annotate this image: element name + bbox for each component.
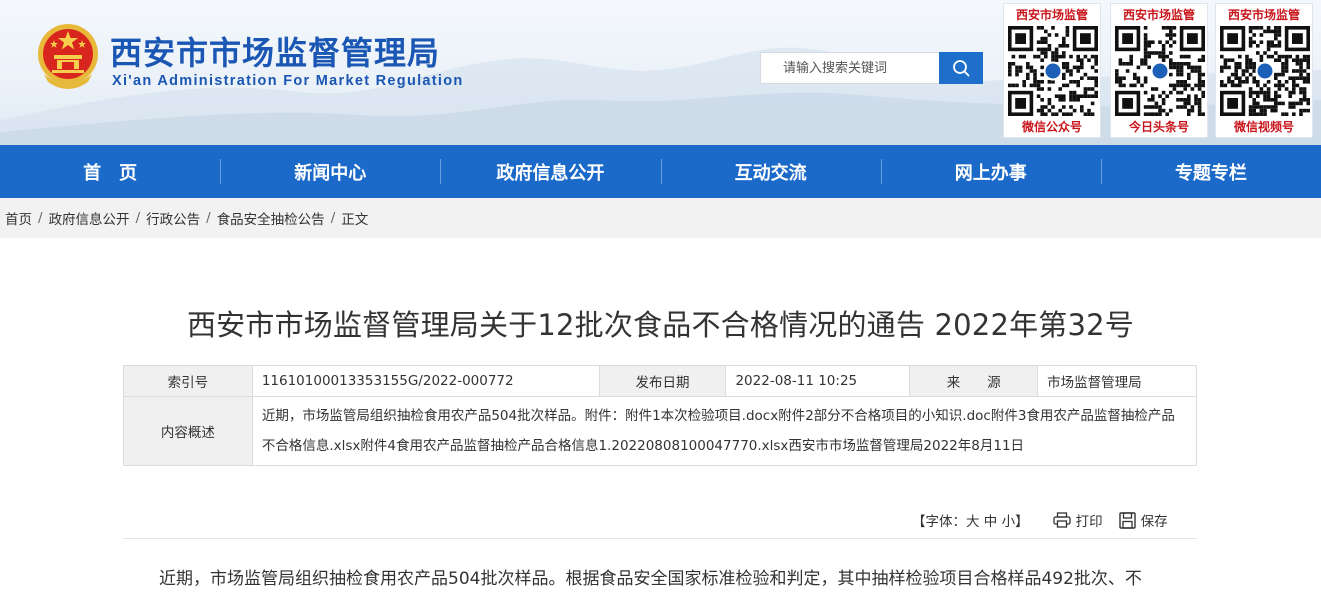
nav-item-online-services[interactable]: 网上办事: [880, 145, 1101, 198]
qr-card-top-label: 西安市场监管: [1227, 8, 1300, 22]
nav-item-home[interactable]: 首 页: [0, 145, 220, 198]
qr-code-icon: [1220, 26, 1310, 116]
qr-card-top-label: 西安市场监管: [1015, 8, 1088, 22]
qr-card-bottom-label: 微信公众号: [1021, 120, 1082, 134]
font-size-switcher: 【字体：大 中 小】: [912, 510, 1029, 530]
meta-row: 内容概述 近期，市场监管局组织抽检食用农产品504批次样品。附件：附件1本次检验…: [123, 396, 1198, 466]
font-size-small[interactable]: 小: [1002, 514, 1016, 530]
summary-value: 近期，市场监管局组织抽检食用农产品504批次样品。附件：附件1本次检验项目.do…: [251, 396, 1198, 466]
qr-code-icon: [1115, 26, 1205, 116]
breadcrumb-gov-info[interactable]: 政府信息公开: [49, 208, 130, 228]
site-title: 西安市市场监督管理局: [110, 34, 441, 72]
font-size-medium[interactable]: 中: [984, 514, 998, 530]
content-divider: [123, 538, 1197, 539]
article-meta-table: 索引号 11610100013353155G/2022-000772 发布日期 …: [123, 365, 1198, 466]
search-input[interactable]: [760, 52, 940, 84]
nav-item-interaction[interactable]: 互动交流: [660, 145, 881, 198]
print-label: 打印: [1075, 514, 1103, 530]
font-size-prefix: 【字体：: [912, 514, 966, 530]
national-emblem-icon: [38, 24, 98, 89]
printer-icon: [1052, 512, 1071, 528]
font-size-large[interactable]: 大: [966, 514, 980, 530]
breadcrumb-separator: /: [135, 210, 141, 226]
breadcrumb-admin-notice[interactable]: 行政公告: [146, 208, 200, 228]
search-button[interactable]: [939, 52, 983, 84]
save-label: 保存: [1140, 514, 1168, 530]
print-button[interactable]: 打印: [1052, 510, 1103, 530]
date-label: 发布日期: [598, 365, 727, 397]
nav-item-special-topics[interactable]: 专题专栏: [1100, 145, 1321, 198]
breadcrumb-home[interactable]: 首页: [5, 208, 32, 228]
main-nav: 首 页 新闻中心 政府信息公开 互动交流 网上办事 专题专栏: [0, 145, 1321, 198]
nav-item-news[interactable]: 新闻中心: [220, 145, 440, 198]
qr-card-bottom-label: 今日头条号: [1128, 120, 1189, 134]
save-button[interactable]: 保存: [1118, 510, 1168, 530]
breadcrumb-separator: /: [38, 210, 43, 226]
search-icon: [953, 60, 970, 77]
source-label: 来 源: [909, 365, 1039, 397]
qr-card-wechat-official[interactable]: 西安市场监管 微信公众号: [1003, 3, 1101, 138]
qr-card-top-label: 西安市场监管: [1122, 8, 1195, 22]
breadcrumb-separator: /: [206, 210, 211, 226]
index-value: 11610100013353155G/2022-000772: [251, 365, 600, 397]
article-title: 西安市市场监督管理局关于12批次食品不合格情况的通告 2022年第32号: [186, 308, 1135, 342]
index-label: 索引号: [123, 365, 253, 397]
font-size-suffix: 】: [1015, 514, 1029, 530]
nav-item-gov-info[interactable]: 政府信息公开: [440, 145, 660, 198]
breadcrumb-current: 正文: [341, 212, 369, 228]
save-icon: [1118, 511, 1136, 529]
article-body-paragraph: 近期，市场监管局组织抽检食用农产品504批次样品。根据食品安全国家标准检验和判定…: [159, 569, 1142, 589]
qr-card-toutiao[interactable]: 西安市场监管 今日头条号: [1110, 3, 1208, 138]
qr-card-wechat-video[interactable]: 西安市场监管 微信视频号: [1215, 3, 1313, 138]
date-value: 2022-08-11 10:25: [725, 365, 911, 397]
breadcrumb: 首页 / 政府信息公开 / 行政公告 / 食品安全抽检公告 / 正文: [0, 198, 1321, 238]
qr-code-icon: [1008, 26, 1098, 116]
site-subtitle: Xi'an Administration For Market Regulati…: [112, 73, 464, 89]
meta-row: 索引号 11610100013353155G/2022-000772 发布日期 …: [123, 365, 1197, 397]
breadcrumb-food-inspection[interactable]: 食品安全抽检公告: [217, 208, 325, 228]
qr-card-bottom-label: 微信视频号: [1233, 120, 1294, 134]
summary-label: 内容概述: [123, 396, 253, 466]
breadcrumb-separator: /: [330, 210, 336, 226]
source-value: 市场监督管理局: [1037, 365, 1197, 397]
article-tools: 【字体：大 中 小】 打印 保存: [912, 509, 1184, 531]
site-header: 西安市市场监督管理局 Xi'an Administration For Mark…: [0, 0, 1321, 145]
